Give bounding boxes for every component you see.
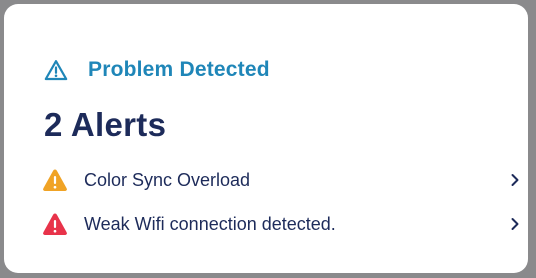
alert-row-color-sync[interactable]: Color Sync Overload (42, 165, 520, 195)
screen-frame: Problem Detected 2 Alerts Color Sync Ove… (0, 0, 536, 278)
alert-card: Problem Detected 2 Alerts Color Sync Ove… (4, 4, 528, 273)
chevron-right-icon[interactable] (508, 216, 520, 232)
card-header: Problem Detected (44, 56, 270, 84)
warning-icon (42, 212, 68, 236)
alert-count-heading: 2 Alerts (44, 106, 167, 143)
problem-detected-title: Problem Detected (88, 58, 270, 81)
alert-row-weak-wifi[interactable]: Weak Wifi connection detected. (42, 209, 520, 239)
warning-outline-icon (44, 59, 68, 81)
chevron-right-icon[interactable] (508, 172, 520, 188)
alert-label: Weak Wifi connection detected. (84, 213, 336, 234)
warning-icon (42, 168, 68, 192)
alert-label: Color Sync Overload (84, 169, 251, 190)
